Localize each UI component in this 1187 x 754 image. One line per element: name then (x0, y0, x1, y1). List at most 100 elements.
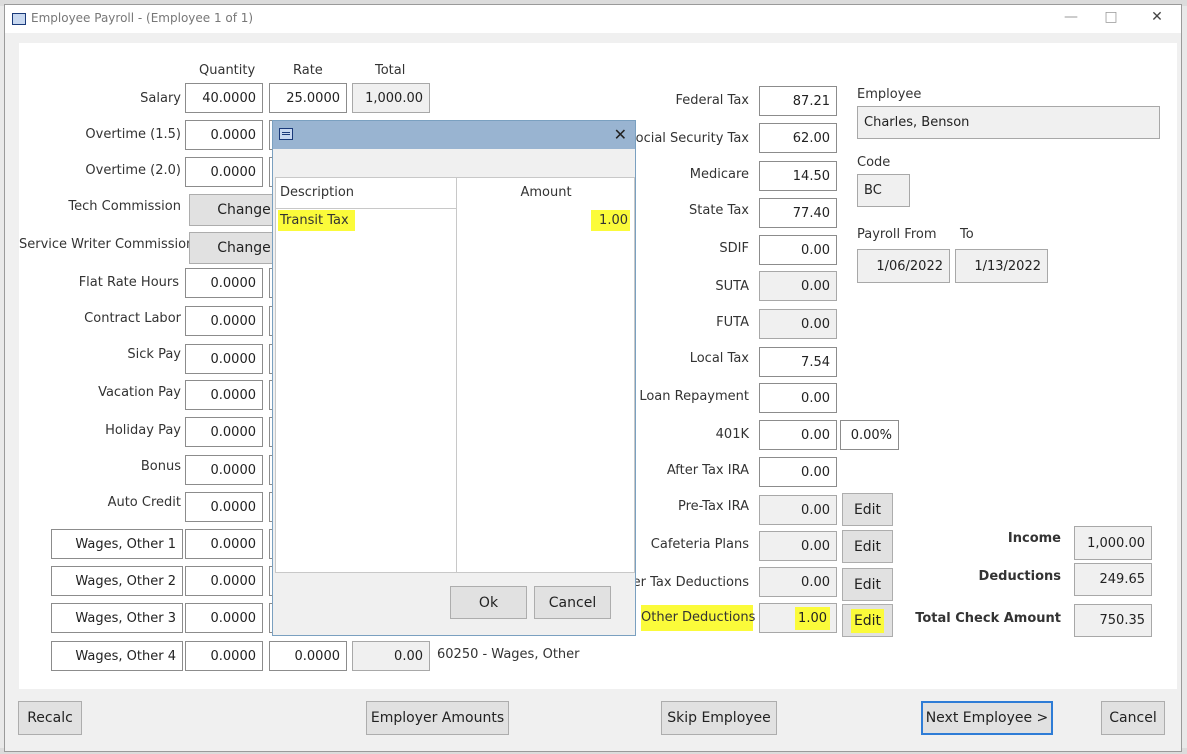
window-app-icon (12, 13, 26, 25)
cafeteria-plans-field: 0.00 (759, 531, 837, 561)
salary-total-field: 1,000.00 (352, 83, 430, 113)
code-label: Code (857, 155, 891, 170)
local-tax-field[interactable]: 7.54 (759, 347, 837, 377)
close-icon[interactable]: ✕ (1143, 9, 1171, 29)
overtime-20-quantity-field[interactable]: 0.0000 (185, 157, 263, 187)
grid-header-amount: Amount (520, 185, 572, 200)
contract-labor-quantity-field[interactable]: 0.0000 (185, 306, 263, 336)
401k-percent-field[interactable]: 0.00% (840, 420, 899, 450)
after-tax-deductions-edit-button[interactable]: Edit (842, 568, 893, 601)
payroll-from-field[interactable]: 1/06/2022 (857, 249, 950, 283)
payroll-from-label: Payroll From (857, 227, 937, 242)
pre-tax-ira-edit-button[interactable]: Edit (842, 493, 893, 526)
wages-other-3-quantity-field[interactable]: 0.0000 (185, 603, 263, 633)
employer-amounts-button[interactable]: Employer Amounts (366, 701, 509, 735)
header-quantity: Quantity (199, 63, 256, 78)
wages-other-4-label-field[interactable]: Wages, Other 4 (51, 641, 183, 671)
futa-field: 0.00 (759, 309, 837, 339)
title-bar: Employee Payroll - (Employee 1 of 1) — □… (5, 5, 1181, 33)
auto-credit-quantity-field[interactable]: 0.0000 (185, 492, 263, 522)
dialog-app-icon (279, 128, 293, 140)
other-deductions-dialog: ✕ Description Amount Transit Tax 1.00 Ok… (272, 120, 636, 636)
header-total: Total (375, 63, 406, 78)
wages-other-4-rate-field[interactable]: 0.0000 (269, 641, 347, 671)
social-security-tax-field[interactable]: 62.00 (759, 123, 837, 153)
tech-commission-label: Tech Commission (68, 199, 181, 214)
other-deductions-label: Other Deductions (641, 605, 755, 631)
deductions-grid: Description Amount Transit Tax 1.00 (275, 177, 635, 573)
payroll-to-label: To (960, 227, 974, 242)
wages-other-2-label-field[interactable]: Wages, Other 2 (51, 566, 183, 596)
recalc-button[interactable]: Recalc (18, 701, 82, 735)
window-title: Employee Payroll - (Employee 1 of 1) (31, 11, 254, 25)
sick-pay-label: Sick Pay (127, 347, 181, 362)
other-deductions-value: 1.00 (795, 606, 830, 630)
flat-rate-hours-label: Flat Rate Hours (78, 275, 179, 290)
minimize-icon[interactable]: — (1057, 9, 1085, 29)
state-tax-field[interactable]: 77.40 (759, 198, 837, 228)
sick-pay-quantity-field[interactable]: 0.0000 (185, 344, 263, 374)
salary-rate-field[interactable]: 25.0000 (269, 83, 347, 113)
wages-other-3-label-field[interactable]: Wages, Other 3 (51, 603, 183, 633)
contract-labor-label: Contract Labor (84, 311, 181, 326)
medicare-field[interactable]: 14.50 (759, 161, 837, 191)
employee-name-field: Charles, Benson (857, 106, 1160, 139)
loan-repayment-field[interactable]: 0.00 (759, 383, 837, 413)
grid-column-divider (456, 178, 457, 572)
dialog-ok-button[interactable]: Ok (450, 586, 527, 619)
wages-other-1-label-field[interactable]: Wages, Other 1 (51, 529, 183, 559)
overtime-15-label: Overtime (1.5) (85, 127, 181, 142)
wages-other-2-quantity-field[interactable]: 0.0000 (185, 566, 263, 596)
payroll-to-field[interactable]: 1/13/2022 (955, 249, 1048, 283)
vacation-pay-label: Vacation Pay (98, 385, 181, 400)
income-label: Income (1007, 531, 1061, 546)
sdif-field[interactable]: 0.00 (759, 235, 837, 265)
wages-other-4-quantity-field[interactable]: 0.0000 (185, 641, 263, 671)
cafeteria-plans-edit-button[interactable]: Edit (842, 530, 893, 563)
other-deductions-field: 1.00 (759, 603, 837, 633)
holiday-pay-label: Holiday Pay (105, 423, 181, 438)
bonus-quantity-field[interactable]: 0.0000 (185, 455, 263, 485)
after-tax-deductions-field: 0.00 (759, 567, 837, 597)
deductions-label: Deductions (978, 569, 1061, 584)
dialog-cancel-button[interactable]: Cancel (534, 586, 611, 619)
overtime-15-quantity-field[interactable]: 0.0000 (185, 120, 263, 150)
deductions-field: 249.65 (1074, 563, 1152, 596)
table-row[interactable]: Transit Tax 1.00 (276, 208, 634, 234)
total-check-amount-label: Total Check Amount (915, 611, 1061, 626)
pre-tax-ira-field: 0.00 (759, 495, 837, 525)
other-deductions-edit-button[interactable]: Edit (842, 604, 893, 637)
salary-quantity-field[interactable]: 40.0000 (185, 83, 263, 113)
holiday-pay-quantity-field[interactable]: 0.0000 (185, 417, 263, 447)
after-tax-ira-field[interactable]: 0.00 (759, 457, 837, 487)
dialog-title-bar: ✕ (273, 121, 635, 149)
wages-other-1-quantity-field[interactable]: 0.0000 (185, 529, 263, 559)
federal-tax-field[interactable]: 87.21 (759, 86, 837, 116)
overtime-20-label: Overtime (2.0) (85, 163, 181, 178)
cancel-button[interactable]: Cancel (1101, 701, 1165, 735)
income-field: 1,000.00 (1074, 526, 1152, 560)
wages-other-4-account: 60250 - Wages, Other (437, 647, 580, 662)
employee-label: Employee (857, 87, 922, 102)
row-amount: 1.00 (591, 210, 630, 231)
suta-field: 0.00 (759, 271, 837, 301)
row-description: Transit Tax (278, 210, 355, 231)
header-rate: Rate (293, 63, 323, 78)
wages-other-4-total-field: 0.00 (352, 641, 430, 671)
employee-code-field: BC (857, 174, 910, 207)
maximize-icon[interactable]: □ (1097, 9, 1125, 29)
401k-field[interactable]: 0.00 (759, 420, 837, 450)
bonus-label: Bonus (140, 459, 181, 474)
vacation-pay-quantity-field[interactable]: 0.0000 (185, 380, 263, 410)
other-deductions-edit-label: Edit (850, 608, 885, 633)
federal-tax-label: Federal Tax (675, 93, 749, 108)
dialog-close-icon[interactable]: ✕ (614, 125, 627, 144)
grid-header-description: Description (280, 185, 355, 200)
flat-rate-hours-quantity-field[interactable]: 0.0000 (185, 268, 263, 298)
auto-credit-label: Auto Credit (107, 495, 181, 510)
skip-employee-button[interactable]: Skip Employee (661, 701, 777, 735)
service-writer-commission-label: Service Writer Commission (19, 237, 195, 252)
total-check-amount-field: 750.35 (1074, 604, 1152, 637)
salary-label: Salary (140, 91, 181, 106)
next-employee-button[interactable]: Next Employee > (921, 701, 1053, 735)
